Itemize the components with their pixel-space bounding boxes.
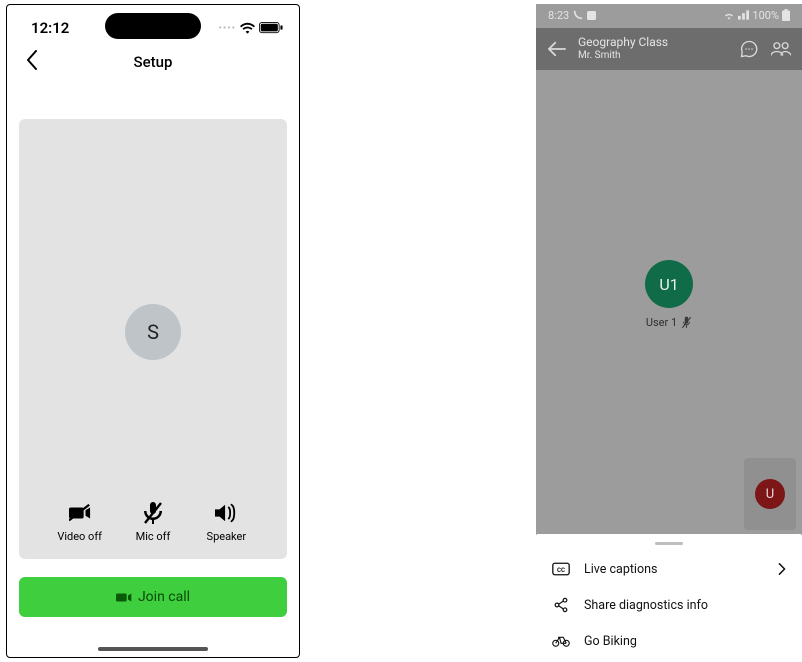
call-setup-controls: Video off Mic off Speaker xyxy=(19,502,287,543)
self-pip-avatar-text: U xyxy=(766,487,774,502)
mic-off-icon xyxy=(142,502,164,524)
chevron-right-icon xyxy=(778,563,786,575)
cellular-dots-icon: •••• xyxy=(219,23,237,34)
audio-output-toggle[interactable]: Speaker xyxy=(196,502,256,543)
ios-notch xyxy=(105,13,201,39)
battery-icon xyxy=(259,22,283,34)
chevron-left-icon xyxy=(25,50,39,70)
back-button[interactable] xyxy=(546,38,568,60)
audio-output-label: Speaker xyxy=(207,530,247,543)
people-icon xyxy=(771,41,791,57)
sheet-item-label: Live captions xyxy=(584,562,657,577)
sheet-item-go-biking[interactable]: Go Biking xyxy=(536,623,802,658)
home-indicator xyxy=(98,647,208,651)
ios-status-bar: 12:12 •••• xyxy=(7,13,299,43)
ios-time: 12:12 xyxy=(31,19,69,37)
android-status-bar: 8:23 100% xyxy=(536,4,802,26)
join-call-label: Join call xyxy=(138,589,190,605)
call-title: Geography Class xyxy=(578,36,728,50)
mic-muted-icon xyxy=(681,316,692,329)
video-off-icon xyxy=(69,502,91,524)
svg-text:CC: CC xyxy=(557,567,565,574)
participants-button[interactable] xyxy=(770,38,792,60)
self-avatar: S xyxy=(125,304,181,360)
android-phone-frame: 8:23 100% xyxy=(536,4,802,658)
call-subtitle: Mr. Smith xyxy=(578,50,728,62)
call-header: Geography Class Mr. Smith xyxy=(536,28,802,70)
closed-captions-icon: CC xyxy=(552,560,570,578)
signal-icon xyxy=(738,10,749,20)
back-button[interactable] xyxy=(21,49,43,71)
android-time: 8:23 xyxy=(548,9,569,22)
chat-button[interactable] xyxy=(738,38,760,60)
notification-icon xyxy=(587,11,596,20)
self-view-pip[interactable]: U xyxy=(744,458,796,530)
page-title: Setup xyxy=(134,53,173,71)
video-toggle-label: Video off xyxy=(57,530,102,543)
call-titles: Geography Class Mr. Smith xyxy=(578,36,728,61)
ios-nav-header: Setup xyxy=(7,45,299,79)
sheet-item-live-captions[interactable]: CC Live captions xyxy=(536,551,802,587)
sheet-item-label: Go Biking xyxy=(584,634,637,649)
ios-status-right: •••• xyxy=(219,22,284,34)
sheet-item-label: Share diagnostics info xyxy=(584,598,708,613)
speaker-icon xyxy=(215,502,237,524)
participant-avatar: U1 xyxy=(645,260,693,308)
battery-text: 100% xyxy=(752,9,779,22)
participant-avatar-text: U1 xyxy=(659,275,678,294)
share-icon xyxy=(552,596,570,614)
ios-phone-frame: 12:12 •••• Setup S Video off xyxy=(6,4,300,658)
bottom-sheet: CC Live captions Share diagnostics info … xyxy=(536,534,802,658)
participant-tile: U1 User 1 xyxy=(645,260,693,329)
video-toggle[interactable]: Video off xyxy=(50,502,110,543)
camera-preview: S Video off Mic off Speaker xyxy=(19,119,287,559)
self-avatar-initial: S xyxy=(147,320,159,344)
arrow-left-icon xyxy=(548,41,566,57)
mic-toggle[interactable]: Mic off xyxy=(123,502,183,543)
wifi-icon xyxy=(240,22,255,34)
self-pip-avatar: U xyxy=(755,479,785,509)
mic-toggle-label: Mic off xyxy=(136,530,171,543)
battery-icon xyxy=(782,9,790,21)
sheet-drag-handle[interactable] xyxy=(655,542,683,545)
participant-name: User 1 xyxy=(646,316,677,329)
bike-icon xyxy=(552,632,570,650)
sheet-item-share-diagnostics[interactable]: Share diagnostics info xyxy=(536,587,802,623)
wifi-calling-icon xyxy=(723,10,735,20)
join-call-button[interactable]: Join call xyxy=(19,577,287,617)
video-call-icon xyxy=(116,591,132,604)
phone-status-icon xyxy=(573,10,583,20)
chat-bubble-icon xyxy=(740,40,758,58)
